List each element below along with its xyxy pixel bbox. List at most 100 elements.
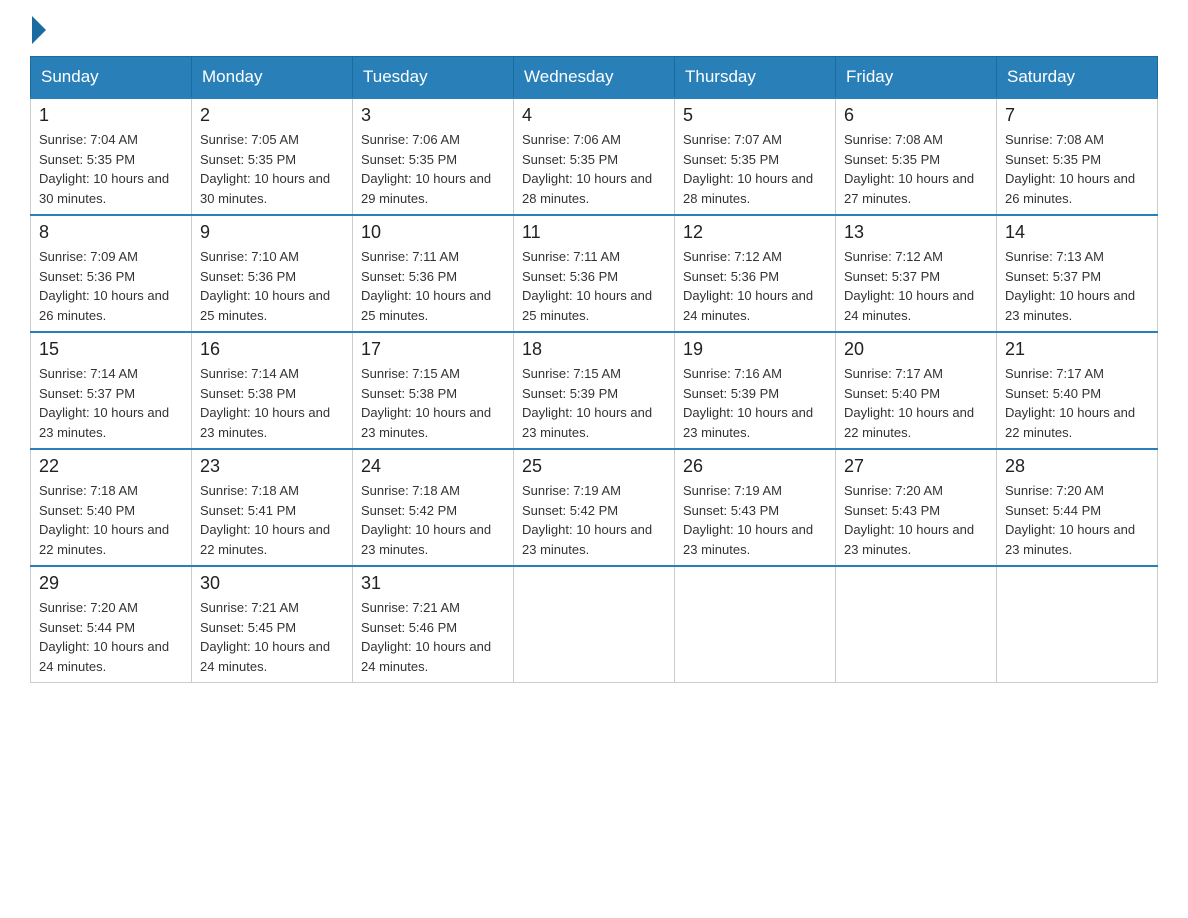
- calendar-day-1: 1 Sunrise: 7:04 AMSunset: 5:35 PMDayligh…: [31, 98, 192, 215]
- empty-cell: [836, 566, 997, 683]
- day-info: Sunrise: 7:11 AMSunset: 5:36 PMDaylight:…: [361, 249, 491, 323]
- logo-arrow-icon: [32, 16, 46, 44]
- calendar-day-18: 18 Sunrise: 7:15 AMSunset: 5:39 PMDaylig…: [514, 332, 675, 449]
- page-header: [30, 20, 1158, 36]
- day-number: 7: [1005, 105, 1149, 126]
- calendar-day-3: 3 Sunrise: 7:06 AMSunset: 5:35 PMDayligh…: [353, 98, 514, 215]
- weekday-header-tuesday: Tuesday: [353, 57, 514, 99]
- day-number: 1: [39, 105, 183, 126]
- day-info: Sunrise: 7:15 AMSunset: 5:38 PMDaylight:…: [361, 366, 491, 440]
- calendar-week-3: 15 Sunrise: 7:14 AMSunset: 5:37 PMDaylig…: [31, 332, 1158, 449]
- day-number: 4: [522, 105, 666, 126]
- day-info: Sunrise: 7:19 AMSunset: 5:43 PMDaylight:…: [683, 483, 813, 557]
- day-number: 29: [39, 573, 183, 594]
- day-number: 6: [844, 105, 988, 126]
- day-info: Sunrise: 7:21 AMSunset: 5:45 PMDaylight:…: [200, 600, 330, 674]
- calendar-day-21: 21 Sunrise: 7:17 AMSunset: 5:40 PMDaylig…: [997, 332, 1158, 449]
- day-info: Sunrise: 7:12 AMSunset: 5:36 PMDaylight:…: [683, 249, 813, 323]
- day-number: 27: [844, 456, 988, 477]
- calendar-day-28: 28 Sunrise: 7:20 AMSunset: 5:44 PMDaylig…: [997, 449, 1158, 566]
- day-number: 15: [39, 339, 183, 360]
- day-number: 23: [200, 456, 344, 477]
- calendar-week-1: 1 Sunrise: 7:04 AMSunset: 5:35 PMDayligh…: [31, 98, 1158, 215]
- calendar-day-20: 20 Sunrise: 7:17 AMSunset: 5:40 PMDaylig…: [836, 332, 997, 449]
- calendar-day-27: 27 Sunrise: 7:20 AMSunset: 5:43 PMDaylig…: [836, 449, 997, 566]
- calendar-day-26: 26 Sunrise: 7:19 AMSunset: 5:43 PMDaylig…: [675, 449, 836, 566]
- calendar-day-19: 19 Sunrise: 7:16 AMSunset: 5:39 PMDaylig…: [675, 332, 836, 449]
- day-number: 17: [361, 339, 505, 360]
- day-number: 12: [683, 222, 827, 243]
- day-info: Sunrise: 7:18 AMSunset: 5:42 PMDaylight:…: [361, 483, 491, 557]
- day-number: 18: [522, 339, 666, 360]
- calendar-day-23: 23 Sunrise: 7:18 AMSunset: 5:41 PMDaylig…: [192, 449, 353, 566]
- day-info: Sunrise: 7:06 AMSunset: 5:35 PMDaylight:…: [361, 132, 491, 206]
- calendar-day-30: 30 Sunrise: 7:21 AMSunset: 5:45 PMDaylig…: [192, 566, 353, 683]
- calendar-week-2: 8 Sunrise: 7:09 AMSunset: 5:36 PMDayligh…: [31, 215, 1158, 332]
- day-number: 21: [1005, 339, 1149, 360]
- calendar-day-14: 14 Sunrise: 7:13 AMSunset: 5:37 PMDaylig…: [997, 215, 1158, 332]
- day-info: Sunrise: 7:19 AMSunset: 5:42 PMDaylight:…: [522, 483, 652, 557]
- calendar-day-4: 4 Sunrise: 7:06 AMSunset: 5:35 PMDayligh…: [514, 98, 675, 215]
- calendar-day-15: 15 Sunrise: 7:14 AMSunset: 5:37 PMDaylig…: [31, 332, 192, 449]
- calendar-day-8: 8 Sunrise: 7:09 AMSunset: 5:36 PMDayligh…: [31, 215, 192, 332]
- logo: [30, 20, 46, 36]
- calendar-day-9: 9 Sunrise: 7:10 AMSunset: 5:36 PMDayligh…: [192, 215, 353, 332]
- day-info: Sunrise: 7:14 AMSunset: 5:38 PMDaylight:…: [200, 366, 330, 440]
- calendar-day-6: 6 Sunrise: 7:08 AMSunset: 5:35 PMDayligh…: [836, 98, 997, 215]
- day-number: 5: [683, 105, 827, 126]
- day-info: Sunrise: 7:04 AMSunset: 5:35 PMDaylight:…: [39, 132, 169, 206]
- day-info: Sunrise: 7:08 AMSunset: 5:35 PMDaylight:…: [844, 132, 974, 206]
- day-number: 20: [844, 339, 988, 360]
- calendar-table: SundayMondayTuesdayWednesdayThursdayFrid…: [30, 56, 1158, 683]
- calendar-day-10: 10 Sunrise: 7:11 AMSunset: 5:36 PMDaylig…: [353, 215, 514, 332]
- day-info: Sunrise: 7:05 AMSunset: 5:35 PMDaylight:…: [200, 132, 330, 206]
- day-info: Sunrise: 7:11 AMSunset: 5:36 PMDaylight:…: [522, 249, 652, 323]
- calendar-week-4: 22 Sunrise: 7:18 AMSunset: 5:40 PMDaylig…: [31, 449, 1158, 566]
- calendar-day-7: 7 Sunrise: 7:08 AMSunset: 5:35 PMDayligh…: [997, 98, 1158, 215]
- day-info: Sunrise: 7:09 AMSunset: 5:36 PMDaylight:…: [39, 249, 169, 323]
- weekday-header-sunday: Sunday: [31, 57, 192, 99]
- day-number: 3: [361, 105, 505, 126]
- day-number: 24: [361, 456, 505, 477]
- day-number: 10: [361, 222, 505, 243]
- day-info: Sunrise: 7:17 AMSunset: 5:40 PMDaylight:…: [844, 366, 974, 440]
- calendar-day-31: 31 Sunrise: 7:21 AMSunset: 5:46 PMDaylig…: [353, 566, 514, 683]
- day-info: Sunrise: 7:14 AMSunset: 5:37 PMDaylight:…: [39, 366, 169, 440]
- calendar-day-2: 2 Sunrise: 7:05 AMSunset: 5:35 PMDayligh…: [192, 98, 353, 215]
- calendar-week-5: 29 Sunrise: 7:20 AMSunset: 5:44 PMDaylig…: [31, 566, 1158, 683]
- empty-cell: [514, 566, 675, 683]
- weekday-header-monday: Monday: [192, 57, 353, 99]
- day-number: 2: [200, 105, 344, 126]
- calendar-day-24: 24 Sunrise: 7:18 AMSunset: 5:42 PMDaylig…: [353, 449, 514, 566]
- day-number: 30: [200, 573, 344, 594]
- calendar-day-12: 12 Sunrise: 7:12 AMSunset: 5:36 PMDaylig…: [675, 215, 836, 332]
- day-info: Sunrise: 7:20 AMSunset: 5:44 PMDaylight:…: [39, 600, 169, 674]
- calendar-day-16: 16 Sunrise: 7:14 AMSunset: 5:38 PMDaylig…: [192, 332, 353, 449]
- calendar-day-17: 17 Sunrise: 7:15 AMSunset: 5:38 PMDaylig…: [353, 332, 514, 449]
- day-number: 28: [1005, 456, 1149, 477]
- day-info: Sunrise: 7:18 AMSunset: 5:41 PMDaylight:…: [200, 483, 330, 557]
- day-info: Sunrise: 7:18 AMSunset: 5:40 PMDaylight:…: [39, 483, 169, 557]
- day-number: 31: [361, 573, 505, 594]
- calendar-day-13: 13 Sunrise: 7:12 AMSunset: 5:37 PMDaylig…: [836, 215, 997, 332]
- day-info: Sunrise: 7:20 AMSunset: 5:44 PMDaylight:…: [1005, 483, 1135, 557]
- day-info: Sunrise: 7:21 AMSunset: 5:46 PMDaylight:…: [361, 600, 491, 674]
- day-info: Sunrise: 7:17 AMSunset: 5:40 PMDaylight:…: [1005, 366, 1135, 440]
- day-info: Sunrise: 7:07 AMSunset: 5:35 PMDaylight:…: [683, 132, 813, 206]
- day-number: 22: [39, 456, 183, 477]
- day-number: 14: [1005, 222, 1149, 243]
- day-number: 25: [522, 456, 666, 477]
- day-number: 16: [200, 339, 344, 360]
- weekday-header-friday: Friday: [836, 57, 997, 99]
- day-info: Sunrise: 7:12 AMSunset: 5:37 PMDaylight:…: [844, 249, 974, 323]
- day-info: Sunrise: 7:15 AMSunset: 5:39 PMDaylight:…: [522, 366, 652, 440]
- day-number: 9: [200, 222, 344, 243]
- day-number: 13: [844, 222, 988, 243]
- day-info: Sunrise: 7:20 AMSunset: 5:43 PMDaylight:…: [844, 483, 974, 557]
- calendar-day-11: 11 Sunrise: 7:11 AMSunset: 5:36 PMDaylig…: [514, 215, 675, 332]
- empty-cell: [675, 566, 836, 683]
- day-info: Sunrise: 7:10 AMSunset: 5:36 PMDaylight:…: [200, 249, 330, 323]
- empty-cell: [997, 566, 1158, 683]
- weekday-header-saturday: Saturday: [997, 57, 1158, 99]
- calendar-day-5: 5 Sunrise: 7:07 AMSunset: 5:35 PMDayligh…: [675, 98, 836, 215]
